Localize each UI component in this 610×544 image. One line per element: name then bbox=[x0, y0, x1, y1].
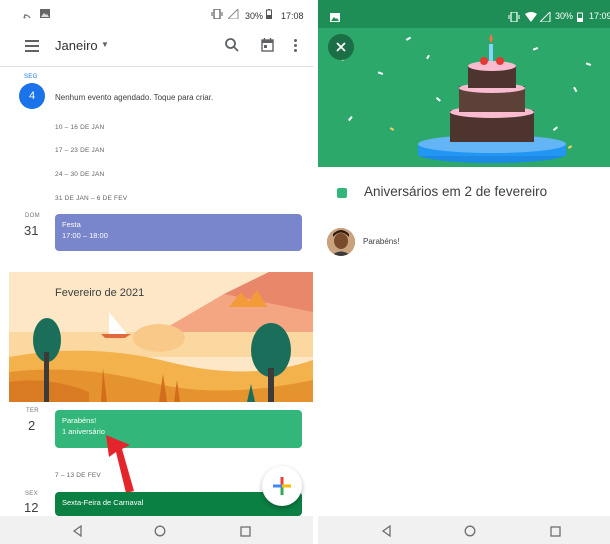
month-selector[interactable]: Janeiro bbox=[55, 38, 98, 53]
day-number: 31 bbox=[24, 223, 39, 238]
event-birthday[interactable]: Parabéns! 1 aniversário bbox=[55, 410, 302, 448]
app-bar: Janeiro ▼ bbox=[0, 28, 313, 66]
day-label-dom: DOM bbox=[25, 213, 40, 219]
status-bar: 30% 17:09 bbox=[318, 0, 610, 28]
image-icon bbox=[330, 9, 340, 27]
battery-percent: 30% bbox=[245, 11, 264, 21]
app-bar-divider bbox=[0, 66, 313, 67]
banner-month-title: Fevereiro de 2021 bbox=[55, 287, 145, 299]
month-banner-illustration: Fevereiro de 2021 bbox=[9, 272, 313, 402]
battery-icon bbox=[577, 9, 583, 27]
event-title: Sexta-Feira de Carnaval bbox=[62, 498, 144, 507]
day-label-sex: SEX bbox=[25, 491, 38, 497]
day-number: 12 bbox=[24, 500, 39, 515]
week-header: 24 – 30 DE JAN bbox=[55, 171, 105, 178]
close-button[interactable] bbox=[328, 34, 354, 60]
week-header: 17 – 23 DE JAN bbox=[55, 147, 105, 154]
calendar-color-swatch bbox=[337, 188, 347, 198]
status-bar: 30% 17:08 bbox=[0, 0, 313, 28]
birthday-detail-screen: 30% 17:09 Aniversários em 2 de fevereiro… bbox=[318, 0, 610, 516]
day-label-ter: TER bbox=[26, 408, 39, 414]
today-date-badge[interactable]: 4 bbox=[19, 83, 45, 109]
signal-icon bbox=[538, 9, 551, 27]
recents-icon[interactable] bbox=[550, 524, 561, 542]
back-icon[interactable] bbox=[72, 524, 83, 542]
avatar[interactable] bbox=[327, 228, 355, 256]
create-event-fab[interactable] bbox=[262, 466, 302, 506]
recents-icon[interactable] bbox=[240, 524, 251, 542]
navigation-bar bbox=[0, 516, 313, 544]
event-subtitle: 1 aniversário bbox=[62, 427, 105, 436]
calendar-today-icon[interactable] bbox=[261, 38, 274, 52]
caret-down-icon[interactable]: ▼ bbox=[101, 40, 109, 49]
navigation-bar bbox=[318, 516, 610, 544]
battery-icon bbox=[266, 9, 272, 22]
event-title: Parabéns! bbox=[62, 416, 97, 425]
more-vert-icon[interactable] bbox=[294, 39, 298, 53]
red-arrow-annotation bbox=[106, 435, 134, 493]
no-event-prompt[interactable]: Nenhum evento agendado. Toque para criar… bbox=[55, 93, 213, 102]
week-header: 7 – 13 DE FEV bbox=[55, 472, 101, 479]
plus-icon bbox=[273, 477, 291, 495]
battery-percent: 30% bbox=[555, 11, 574, 21]
calendar-schedule-screen: 30% 17:08 Janeiro ▼ SEG 4 Nenhum evento … bbox=[0, 0, 313, 544]
week-header: 31 DE JAN – 6 DE FEV bbox=[55, 195, 128, 202]
birthdays-title: Aniversários em 2 de fevereiro bbox=[364, 184, 548, 199]
vibrate-icon bbox=[211, 8, 223, 22]
day-number: 2 bbox=[28, 418, 36, 433]
cast-icon bbox=[23, 9, 35, 22]
image-icon bbox=[40, 9, 50, 21]
home-icon[interactable] bbox=[464, 524, 476, 542]
event-time: 17:00 – 18:00 bbox=[62, 231, 108, 240]
signal-icon bbox=[226, 7, 239, 22]
clock: 17:08 bbox=[281, 11, 304, 21]
search-icon[interactable] bbox=[224, 37, 240, 53]
day-label-seg: SEG bbox=[24, 74, 38, 80]
back-icon[interactable] bbox=[381, 524, 392, 542]
birthday-cake-illustration bbox=[318, 28, 610, 167]
close-icon bbox=[336, 42, 346, 52]
vibrate-icon bbox=[508, 9, 520, 27]
event-title: Festa bbox=[62, 220, 81, 229]
home-icon[interactable] bbox=[154, 524, 166, 542]
menu-icon[interactable] bbox=[25, 40, 39, 52]
wifi-icon bbox=[525, 9, 537, 27]
clock: 17:09 bbox=[589, 11, 610, 21]
screenshot-root: 30% 17:08 Janeiro ▼ SEG 4 Nenhum evento … bbox=[0, 0, 610, 544]
event-festa[interactable]: Festa 17:00 – 18:00 bbox=[55, 214, 302, 251]
week-header: 10 – 16 DE JAN bbox=[55, 124, 105, 131]
birthday-message[interactable]: Parabéns! bbox=[363, 237, 399, 246]
